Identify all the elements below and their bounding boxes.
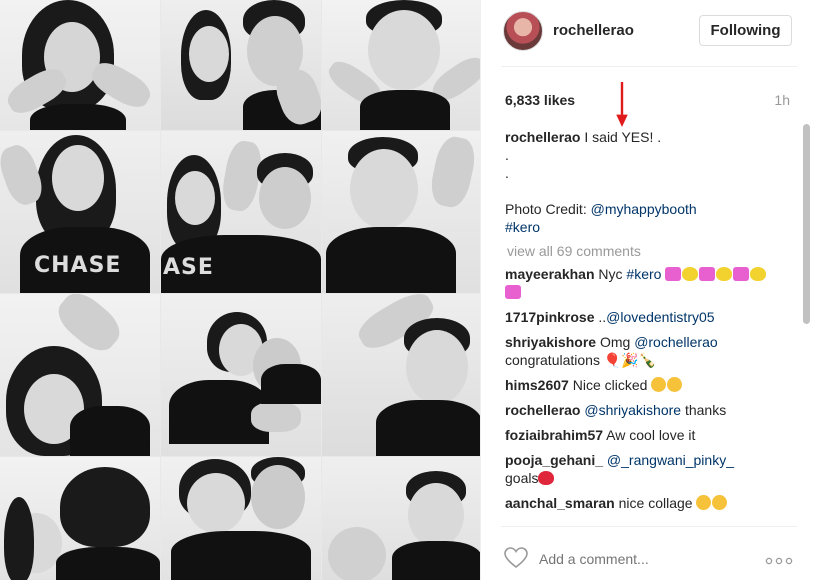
comment-item: aanchal_smaran nice collage: [505, 494, 785, 512]
following-button[interactable]: Following: [699, 15, 792, 46]
pink-heart-icon: [665, 267, 682, 281]
comment-item: rochellerao @shriyakishore thanks: [505, 401, 785, 419]
photo-tile-10: [0, 457, 160, 580]
comment-footer: [481, 535, 816, 580]
photo-credit-label: Photo Credit:: [505, 201, 587, 217]
header-divider: [501, 66, 797, 67]
add-comment-input[interactable]: [539, 551, 739, 567]
view-all-comments-link[interactable]: view all 69 comments: [507, 242, 785, 260]
comment-username[interactable]: hims2607: [505, 377, 569, 393]
photo-tile-7: [0, 294, 160, 456]
comment-username[interactable]: aanchal_smaran: [505, 495, 615, 511]
post-photo-collage[interactable]: CHASE ASE: [0, 0, 482, 580]
comment-username[interactable]: rochellerao: [505, 402, 580, 418]
comment-text: congratulations: [505, 352, 600, 368]
red-heart-icon: [538, 471, 555, 485]
yellow-heart-icon: [682, 267, 699, 281]
party-emoji-icon: 🎈🎉🍾: [603, 352, 657, 368]
photo-tile-11: [161, 457, 321, 580]
caption-dot: .: [505, 165, 509, 181]
comment-username[interactable]: foziaibrahim57: [505, 427, 603, 443]
pink-heart-icon: [733, 267, 750, 281]
header-username[interactable]: rochellerao: [553, 22, 634, 39]
photo-credit: Photo Credit: @myhappybooth: [505, 200, 785, 218]
comment-text: Nice clicked: [572, 377, 648, 393]
comment-text: Nyc: [598, 266, 623, 282]
heart-eyes-icon: [696, 495, 712, 510]
comments-scrollbar[interactable]: [803, 124, 810, 324]
comment-text: Omg: [599, 334, 631, 350]
more-options-icon[interactable]: [765, 557, 793, 565]
photo-tile-2: [161, 0, 321, 130]
caption-text: I said YES! .: [584, 129, 662, 145]
comment-username[interactable]: pooja_gehani_: [505, 452, 603, 468]
comment-username[interactable]: shriyakishore: [505, 334, 596, 350]
avatar[interactable]: [503, 11, 543, 51]
caption: rochellerao I said YES! .: [505, 128, 785, 146]
footer-divider: [501, 526, 797, 527]
comment-item: 1717pinkrose ..@lovedentistry05: [505, 308, 785, 326]
photo-tile-4: CHASE: [0, 131, 160, 293]
comment-text: goals: [505, 470, 539, 486]
comment-hashtag[interactable]: #kero: [626, 266, 661, 282]
post-details-panel: rochellerao Following 6,833 likes 1h roc…: [480, 0, 816, 580]
comment-item: mayeerakhan Nyc #kero: [505, 265, 785, 301]
photo-tile-1: [0, 0, 160, 130]
comments-list: rochellerao I said YES! . . . Photo Cred…: [505, 128, 785, 519]
comment-item: shriyakishore Omg @rochellerao congratul…: [505, 333, 785, 369]
heart-eyes-icon: [712, 495, 728, 510]
photo-tile-6: [322, 131, 482, 293]
pink-heart-icon: [505, 285, 521, 299]
comment-item: hims2607 Nice clicked: [505, 376, 785, 394]
yellow-heart-icon: [750, 267, 767, 281]
yellow-heart-icon: [716, 267, 733, 281]
ok-hand-icon: [667, 377, 683, 392]
comment-text: thanks: [684, 402, 727, 418]
post-timestamp[interactable]: 1h: [774, 92, 790, 108]
comment-text: nice collage: [618, 495, 693, 511]
photo-tile-9: [322, 294, 482, 456]
caption-username[interactable]: rochellerao: [505, 129, 580, 145]
ok-hand-icon: [651, 377, 667, 392]
comment-item: pooja_gehani_ @_rangwani_pinky_ goals: [505, 451, 785, 487]
comment-text: Aw cool love it: [606, 427, 696, 443]
photo-tile-12: [322, 457, 482, 580]
likes-count[interactable]: 6,833 likes: [505, 92, 575, 108]
pink-heart-icon: [699, 267, 716, 281]
comment-mention[interactable]: @rochellerao: [634, 334, 717, 350]
photo-tile-3: [322, 0, 482, 130]
photo-credit-link[interactable]: @myhappybooth: [591, 201, 697, 217]
red-arrow-annotation: [616, 82, 628, 128]
photo-tile-5: ASE: [161, 131, 321, 293]
post-header: rochellerao Following: [481, 0, 816, 66]
photo-tile-8: [161, 294, 321, 456]
heart-icon[interactable]: [504, 547, 528, 569]
comment-username[interactable]: 1717pinkrose: [505, 309, 595, 325]
comment-text: ..: [598, 309, 607, 325]
caption-hashtag[interactable]: #kero: [505, 219, 540, 235]
comment-username[interactable]: mayeerakhan: [505, 266, 595, 282]
comment-mention[interactable]: @shriyakishore: [584, 402, 681, 418]
comment-mention[interactable]: @lovedentistry05: [606, 309, 714, 325]
caption-dot: .: [505, 147, 509, 163]
comment-item: foziaibrahim57 Aw cool love it: [505, 426, 785, 444]
comment-mention[interactable]: @_rangwani_pinky_: [607, 452, 734, 468]
